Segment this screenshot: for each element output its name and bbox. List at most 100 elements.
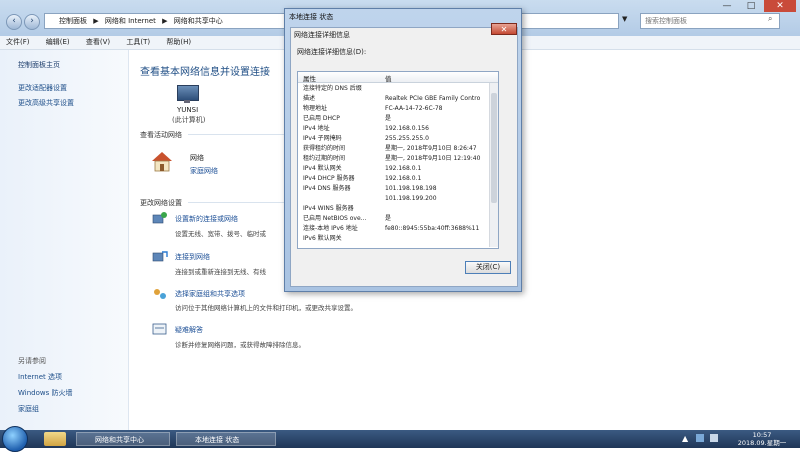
table-row[interactable]: IPv6 默认网关 (303, 235, 342, 243)
row-value: FC-AA-14-72-6C-78 (385, 105, 443, 112)
dialog-close-icon[interactable]: ✕ (491, 23, 517, 35)
back-arrow-icon[interactable]: ‹ (6, 14, 22, 30)
row-property: 物理地址 (303, 105, 328, 112)
row-property: 获得租约的时间 (303, 145, 346, 152)
row-property: 已启用 NetBIOS ove... (303, 215, 367, 222)
row-value: fe80::8945:55ba:40ff:3688%11 (385, 225, 480, 232)
search-input[interactable]: 搜索控制面板 (640, 13, 780, 29)
homegroup-sharing-icon (154, 289, 166, 299)
taskbar-item-label: 网络和共享中心 (95, 436, 144, 444)
system-clock[interactable]: 10:57 2018.09.星期一 (730, 430, 794, 448)
breadcrumb-0[interactable]: 控制面板 (59, 17, 87, 25)
clock-date: 2018.09.星期一 (737, 439, 787, 447)
maximize-button[interactable]: □ (740, 0, 762, 12)
list-scrollbar[interactable] (489, 83, 498, 247)
table-row[interactable]: IPv4 地址 192.168.0.156 (303, 125, 429, 133)
network-details-dialog: 本地连接 状态 网络连接详细信息 ✕ 网络连接详细信息(D): 属性 值 连接特… (284, 8, 522, 292)
taskbar: 网络和共享中心 本地连接 状态 ▲ 10:57 2018.09.星期一 (0, 426, 800, 452)
change-adapter-settings-link[interactable]: 更改适配器设置 (18, 83, 67, 93)
row-property: IPv4 地址 (303, 125, 330, 132)
start-button[interactable] (2, 426, 28, 452)
menu-file[interactable]: 文件(F) (6, 36, 30, 49)
minimize-button[interactable]: — (716, 0, 738, 12)
forward-arrow-icon[interactable]: › (24, 14, 40, 30)
row-value: 192.168.0.156 (385, 125, 429, 132)
row-value: 101.198.198.198 (385, 185, 437, 192)
table-row[interactable]: 描述 Realtek PCIe GBE Family Contro (303, 95, 480, 103)
homegroup-sharing-desc: 访问位于其他网络计算机上的文件和打印机，或更改共享设置。 (175, 304, 357, 312)
column-header-value[interactable]: 值 (385, 73, 392, 83)
breadcrumb-2[interactable]: 网络和共享中心 (174, 17, 223, 25)
row-value: Realtek PCIe GBE Family Contro (385, 95, 481, 102)
row-value: 是 (385, 215, 392, 222)
connect-to-network-link[interactable]: 连接到网络 (175, 252, 210, 262)
section-divider (188, 202, 284, 203)
table-row[interactable]: IPv4 WINS 服务器 (303, 205, 354, 213)
row-value: 星期一, 2018年9月10日 8:26:47 (385, 145, 477, 152)
homegroup-sharing-link[interactable]: 选择家庭组和共享选项 (175, 289, 245, 299)
scrollbar-thumb[interactable] (491, 93, 497, 203)
setup-new-connection-link[interactable]: 设置新的连接或网络 (175, 214, 238, 224)
clock-time: 10:57 (752, 431, 772, 439)
house-icon (152, 152, 172, 172)
table-row[interactable]: 连接-本地 IPv6 地址 fe80::8945:55ba:40ff:3688%1… (303, 225, 479, 233)
dialog-title: 网络连接详细信息 (294, 31, 350, 39)
row-value: 星期一, 2018年9月10日 12:19:40 (385, 155, 481, 162)
change-network-settings-heading: 更改网络设置 (140, 199, 182, 207)
breadcrumb-1[interactable]: 网络和 Internet (105, 17, 156, 25)
table-row[interactable]: IPv4 默认网关 192.168.0.1 (303, 165, 421, 173)
menu-tools[interactable]: 工具(T) (126, 36, 150, 49)
control-panel-home-link[interactable]: 控制面板主页 (18, 60, 60, 70)
list-header: 属性 值 (298, 72, 498, 83)
history-dropdown-icon[interactable]: ▼ (622, 15, 627, 23)
table-row[interactable]: 获得租约的时间 星期一, 2018年9月10日 8:26:47 (303, 145, 477, 153)
taskbar-item-connection-status[interactable]: 本地连接 状态 (176, 432, 276, 446)
row-property: IPv4 DNS 服务器 (303, 185, 351, 192)
table-row[interactable]: 租约过期的时间 星期一, 2018年9月10日 12:19:40 (303, 155, 480, 163)
volume-tray-icon[interactable] (710, 434, 718, 442)
search-icon[interactable]: ⌕ (768, 14, 772, 24)
details-listview[interactable]: 属性 值 连接特定的 DNS 后缀 描述 Realtek PCIe GBE Fami… (297, 71, 499, 249)
breadcrumb-sep: ▶ (93, 17, 99, 25)
computer-subtitle: (此计算机) (172, 116, 206, 124)
connect-to-network-icon (152, 251, 168, 262)
homegroup-link[interactable]: 家庭组 (18, 404, 39, 414)
home-network-link[interactable]: 家庭网络 (190, 166, 218, 176)
dialog-window-title: 本地连接 状态 (289, 13, 334, 21)
setup-new-connection-desc: 设置无线、宽带、拨号、临时或 (175, 230, 266, 238)
see-also-heading: 另请参阅 (18, 357, 46, 365)
menu-edit[interactable]: 编辑(E) (46, 36, 70, 49)
file-explorer-icon[interactable] (44, 432, 66, 446)
taskbar-item-network-center[interactable]: 网络和共享中心 (76, 432, 170, 446)
table-row[interactable]: 已启用 NetBIOS ove... 是 (303, 215, 391, 223)
change-advanced-sharing-link[interactable]: 更改高级共享设置 (18, 98, 74, 108)
tray-expand-icon[interactable]: ▲ (682, 434, 688, 443)
windows-firewall-link[interactable]: Windows 防火墙 (18, 388, 72, 398)
close-button[interactable]: 关闭(C) (465, 261, 511, 274)
table-row[interactable]: IPv4 子网掩码 255.255.255.0 (303, 135, 429, 143)
row-property: IPv4 子网掩码 (303, 135, 342, 142)
table-row[interactable]: 连接特定的 DNS 后缀 (303, 85, 362, 93)
row-value: 192.168.0.1 (385, 175, 422, 182)
internet-options-link[interactable]: Internet 选项 (18, 372, 62, 382)
network-tray-icon[interactable] (696, 434, 704, 442)
computer-icon (177, 85, 199, 101)
troubleshoot-link[interactable]: 疑难解答 (175, 325, 203, 335)
row-property: IPv4 默认网关 (303, 165, 342, 172)
table-row[interactable]: 已启用 DHCP 是 (303, 115, 391, 123)
table-row[interactable]: 物理地址 FC-AA-14-72-6C-78 (303, 105, 443, 113)
column-header-property[interactable]: 属性 (303, 73, 316, 83)
row-value: 192.168.0.1 (385, 165, 422, 172)
close-window-button[interactable]: ✕ (764, 0, 796, 12)
table-row[interactable]: IPv4 DNS 服务器 101.198.198.198 (303, 185, 437, 193)
connect-to-network-desc: 连接到或重新连接到无线、有线 (175, 268, 266, 276)
menu-view[interactable]: 查看(V) (86, 36, 110, 49)
row-property: 已启用 DHCP (303, 115, 340, 122)
row-property: 描述 (303, 95, 316, 102)
table-row[interactable]: IPv4 DHCP 服务器 192.168.0.1 (303, 175, 421, 183)
page-title: 查看基本网络信息并设置连接 (140, 67, 270, 78)
menu-help[interactable]: 帮助(H) (166, 36, 191, 49)
taskbar-item-label: 本地连接 状态 (195, 436, 240, 444)
row-property: IPv4 DHCP 服务器 (303, 175, 355, 182)
new-connection-icon (152, 212, 167, 224)
